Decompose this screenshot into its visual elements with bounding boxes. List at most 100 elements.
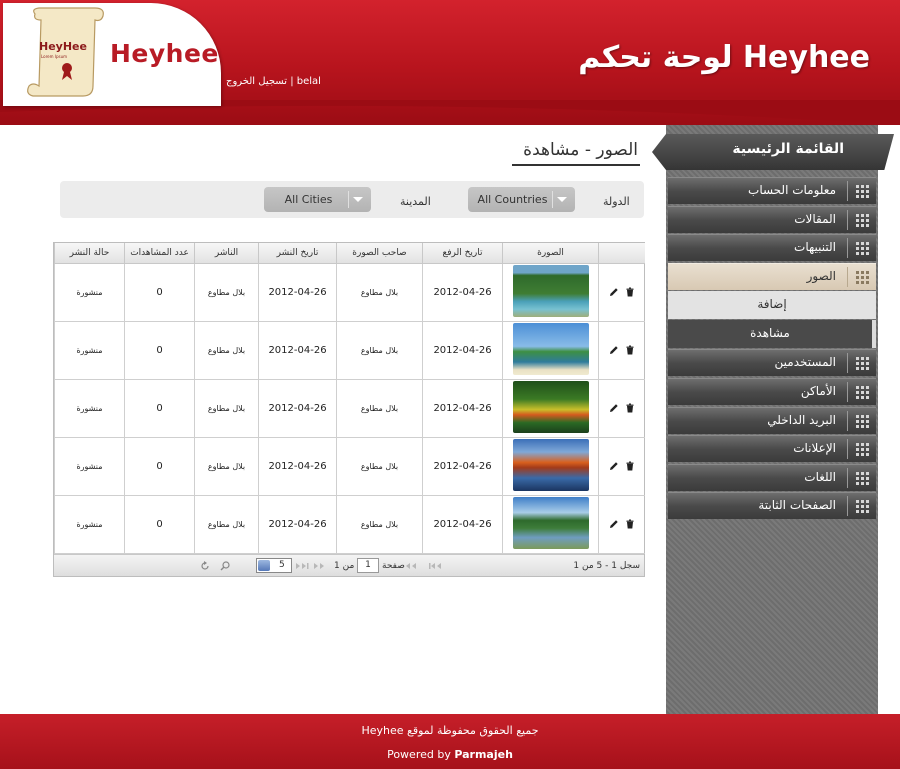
- owner-cell: بلال مطاوع: [336, 437, 423, 496]
- page-size-value: 5: [279, 560, 285, 570]
- upload-date-cell: 2012-04-26: [422, 379, 503, 438]
- status-cell: منشورة: [54, 321, 125, 380]
- thumbnail-image[interactable]: [512, 322, 589, 375]
- column-header-0[interactable]: [598, 243, 645, 264]
- delete-icon[interactable]: [625, 403, 635, 413]
- sidebar-item-8[interactable]: اللغات: [668, 463, 876, 491]
- pager: سجل 1 - 5 من 1 صفحة 1 من 1 5: [54, 554, 644, 576]
- sidebar-item-7[interactable]: الإعلانات: [668, 435, 876, 463]
- user-name[interactable]: belal: [297, 76, 321, 87]
- sidebar-title: القائمة الرئيسية: [652, 134, 894, 170]
- thumbnail-image[interactable]: [512, 264, 589, 317]
- column-header-3[interactable]: صاحب الصورة: [336, 243, 423, 264]
- table-header: الصورة تاريخ الرفع صاحب الصورة تاريخ النشر ا…: [54, 243, 645, 264]
- city-label: المدينة: [400, 195, 431, 208]
- sidebar-item-9[interactable]: الصفحات الثابتة: [668, 492, 876, 520]
- thumbnail-image[interactable]: [512, 438, 589, 491]
- status-cell: منشورة: [54, 495, 125, 554]
- thumbnail-image[interactable]: [512, 380, 589, 433]
- image-cell: [502, 437, 599, 496]
- row-actions: [598, 495, 645, 554]
- search-icon[interactable]: [220, 561, 230, 571]
- column-header-6[interactable]: عدد المشاهدات: [124, 243, 195, 264]
- column-header-1[interactable]: الصورة: [502, 243, 599, 264]
- refresh-icon[interactable]: [200, 561, 210, 571]
- sidebar-item-label: المستخدمين: [774, 355, 836, 370]
- grip-icon: [847, 410, 873, 431]
- column-header-5[interactable]: الناشر: [194, 243, 259, 264]
- image-cell: [502, 495, 599, 554]
- city-select-value: All Cities: [284, 193, 333, 206]
- edit-icon[interactable]: [609, 519, 619, 529]
- delete-icon[interactable]: [625, 345, 635, 355]
- sidebar-item-label: الإعلانات: [793, 441, 836, 456]
- publisher-cell: بلال مطاوع: [194, 321, 259, 380]
- sidebar-subitem-label: إضافة: [757, 297, 787, 312]
- logout-link[interactable]: تسجيل الخروج: [226, 76, 287, 87]
- sidebar-item-4[interactable]: المستخدمين: [668, 349, 876, 377]
- column-header-7[interactable]: حالة النشر: [54, 243, 125, 264]
- sidebar-item-2[interactable]: التنبيهات: [668, 234, 876, 262]
- column-header-2[interactable]: تاريخ الرفع: [422, 243, 503, 264]
- chevron-down-icon: [557, 197, 567, 202]
- sidebar-item-3[interactable]: الصور: [668, 262, 876, 290]
- views-cell: 0: [124, 379, 195, 438]
- publish-date-cell: 2012-04-26: [258, 321, 337, 380]
- city-select[interactable]: All Cities: [264, 187, 371, 212]
- page-input[interactable]: 1: [357, 558, 379, 573]
- page-size-select[interactable]: 5: [256, 558, 292, 573]
- sidebar-item-0[interactable]: معلومات الحساب: [668, 177, 876, 204]
- delete-icon[interactable]: [625, 287, 635, 297]
- grip-icon: [847, 266, 873, 287]
- table-row: 2012-04-26 بلال مطاوع 2012-04-26 بلال مطاوع…: [54, 263, 645, 322]
- column-header-4[interactable]: تاريخ النشر: [258, 243, 337, 264]
- grip-icon: [847, 238, 873, 259]
- first-page-icon[interactable]: [429, 562, 453, 570]
- publish-date-cell: 2012-04-26: [258, 379, 337, 438]
- owner-cell: بلال مطاوع: [336, 321, 423, 380]
- table-body: 2012-04-26 بلال مطاوع 2012-04-26 بلال مطاوع…: [54, 263, 645, 554]
- user-links: تسجيل الخروج | belal: [226, 76, 321, 87]
- edit-icon[interactable]: [609, 287, 619, 297]
- last-page-icon[interactable]: [294, 562, 310, 570]
- prev-page-icon[interactable]: [404, 562, 424, 570]
- footer-powered: Powered by Parmajeh: [0, 748, 900, 761]
- image-cell: [502, 263, 599, 322]
- scroll-logo-subtext: Lorem Ipsum: [41, 54, 67, 59]
- row-actions: [598, 437, 645, 496]
- scroll-logo-text: HeyHee: [39, 40, 87, 53]
- powered-prefix: Powered by: [387, 748, 455, 761]
- logo-box[interactable]: HeyHee Lorem Ipsum Heyhee: [3, 3, 221, 106]
- chevron-down-icon: [353, 197, 363, 202]
- sidebar-item-5[interactable]: الأماكن: [668, 378, 876, 405]
- sidebar-subitem-1[interactable]: مشاهدة: [668, 320, 876, 349]
- edit-icon[interactable]: [609, 345, 619, 355]
- thumbnail-image[interactable]: [512, 496, 589, 549]
- powered-brand-link[interactable]: Parmajeh: [454, 748, 513, 761]
- sidebar-item-6[interactable]: البريد الداخلي: [668, 406, 876, 434]
- image-cell: [502, 321, 599, 380]
- owner-cell: بلال مطاوع: [336, 263, 423, 322]
- next-page-icon[interactable]: [312, 562, 332, 570]
- country-select[interactable]: All Countries: [468, 187, 575, 212]
- edit-icon[interactable]: [609, 461, 619, 471]
- grip-icon: [847, 439, 873, 460]
- publisher-cell: بلال مطاوع: [194, 263, 259, 322]
- sidebar-subitem-0[interactable]: إضافة: [668, 291, 876, 320]
- country-label: الدولة: [603, 195, 630, 208]
- delete-icon[interactable]: [625, 461, 635, 471]
- separator: |: [287, 76, 297, 87]
- sidebar-item-label: البريد الداخلي: [767, 412, 836, 427]
- edit-icon[interactable]: [609, 403, 619, 413]
- images-table: الصورة تاريخ الرفع صاحب الصورة تاريخ النشر ا…: [54, 243, 645, 554]
- sidebar-item-label: الأماكن: [800, 384, 836, 398]
- owner-cell: بلال مطاوع: [336, 379, 423, 438]
- upload-date-cell: 2012-04-26: [422, 495, 503, 554]
- sidebar-item-1[interactable]: المقالات: [668, 205, 876, 233]
- filter-bar: الدولة All Countries المدينة All Cities: [60, 181, 644, 218]
- panel-title: لوحة تحكم Heyhee: [578, 40, 870, 75]
- delete-icon[interactable]: [625, 519, 635, 529]
- publisher-cell: بلال مطاوع: [194, 495, 259, 554]
- grip-icon: [847, 382, 873, 402]
- row-actions: [598, 379, 645, 438]
